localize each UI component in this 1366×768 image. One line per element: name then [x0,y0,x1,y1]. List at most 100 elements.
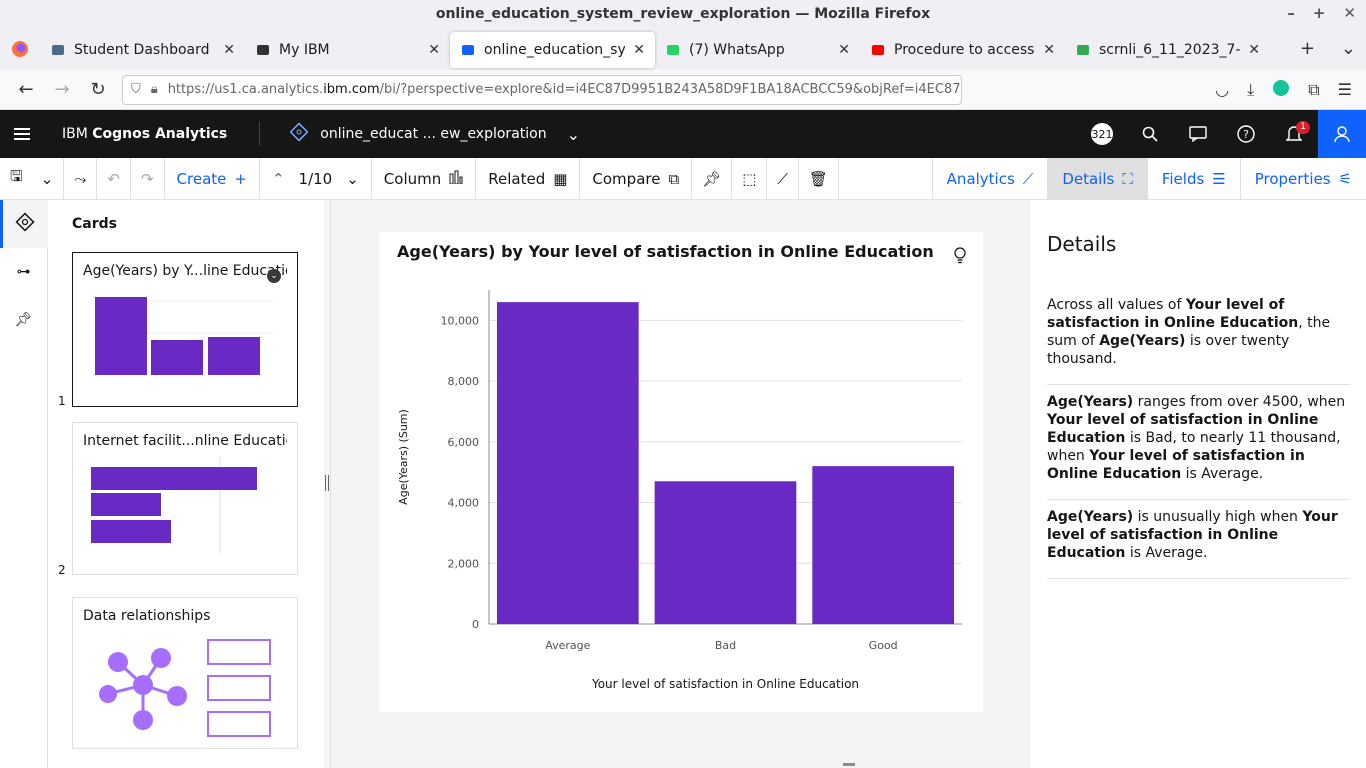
reload-icon[interactable]: ↻ [80,79,116,100]
properties-label: Properties [1254,169,1331,188]
share-icon: ⤳ [74,169,87,188]
browser-tab[interactable]: online_education_system_r ✕ [450,32,655,68]
panel-splitter[interactable] [324,200,331,768]
insight-item: Age(Years) is unusually high when Your l… [1047,500,1350,579]
tab-close-icon[interactable]: ✕ [633,42,645,58]
y-tick-label: 6,000 [448,436,480,449]
create-button[interactable]: Create + [165,157,260,200]
extensions-icon[interactable]: ⧉ [1308,80,1319,100]
card-close-icon[interactable]: ⌄ [267,269,281,283]
visualization-card[interactable]: Age(Years) by Your level of satisfaction… [379,232,983,712]
forward-icon[interactable]: → [44,79,80,100]
tab-close-icon[interactable]: ✕ [1043,42,1055,58]
related-button[interactable]: Related ▦ [476,157,581,200]
delete-button[interactable]: 🗑︎ [799,157,839,200]
insight-field-name: Age(Years) [1047,394,1134,410]
browser-tab[interactable]: Procedure to access Smart ✕ [860,32,1065,68]
fields-label: Fields [1161,169,1205,188]
menu-icon[interactable]: ☰ [1338,80,1352,99]
browser-tab[interactable]: Student Dashboard ✕ [40,32,245,68]
bar[interactable] [497,302,639,624]
splitter-handle-icon[interactable] [325,475,329,491]
browser-tab[interactable]: My IBM ✕ [245,32,450,68]
chevron-down-icon[interactable]: ⌄ [567,125,580,144]
tab-close-icon[interactable]: ✕ [1248,42,1260,58]
compare-button[interactable]: Compare ⧉ [580,157,693,200]
tab-properties[interactable]: Properties ⚟ [1239,157,1366,200]
product-brand[interactable]: IBM Cognos Analytics [44,122,261,146]
url-bar[interactable]: ⛉ 🔒︎ https://us1.ca.analytics.ibm.com/bi… [122,74,962,105]
tab-close-icon[interactable]: ✕ [223,42,235,58]
maximize-icon[interactable]: + [1313,4,1326,22]
hamburger-menu-icon[interactable] [0,127,44,141]
cards-panel: Cards 1 Age(Years) by Y...line Education… [48,200,324,768]
download-icon[interactable]: ⤓ [1247,80,1254,100]
pocket-icon[interactable]: ◡ [1215,80,1229,99]
share-button[interactable]: ⤳ [64,157,98,200]
hierarchy-rail-button[interactable]: ⊶ [0,248,48,296]
grammarly-icon[interactable] [1272,79,1290,101]
trash-icon: 🗑︎ [808,169,828,188]
user-avatar-icon[interactable] [1318,110,1366,158]
bar-chart[interactable]: 0 2,000 4,000 6,000 8,000 10,000 Average Bad Goo… [379,232,983,712]
search-icon[interactable] [1126,110,1174,158]
help-icon[interactable]: ? [1222,110,1270,158]
related-label: Related [488,169,546,188]
new-tab-icon[interactable]: + [1300,38,1315,59]
hierarchy-icon: ⊶ [16,264,31,280]
fields-icon: ☰ [1212,169,1226,188]
trend-button[interactable]: ⟋ [767,157,799,200]
chevron-up-icon[interactable]: ⌃ [272,170,285,188]
exploration-breadcrumb[interactable]: online_educat ... ew_exploration ⌄ [260,122,580,145]
card-age-by-satisfaction[interactable]: Age(Years) by Y...line Education ⌄ [72,252,298,407]
pin-button[interactable]: 📌︎ [692,157,733,200]
bar[interactable] [654,481,797,624]
firefox-icon[interactable] [0,40,40,58]
y-tick-label: 8,000 [448,375,480,388]
browser-tab[interactable]: (7) WhatsApp ✕ [655,32,860,68]
chat-icon[interactable] [1174,110,1222,158]
browser-tab[interactable]: scrnli_6_11_2023_7-43-00 P ✕ [1065,32,1270,68]
insight-text: ranges from over 4500, when [1133,394,1346,410]
tab-details[interactable]: Details ⛶ [1047,157,1147,200]
compare-icon: ⧉ [668,169,680,188]
tab-label: scrnli_6_11_2023_7-43-00 P [1099,42,1241,58]
details-label: Details [1062,169,1115,188]
details-heading: Details [1047,232,1117,256]
svg-text:?: ? [1243,128,1249,141]
card-internet-facilities[interactable]: Internet facilit...nline Education [72,422,298,575]
page-selector[interactable]: ⌃ 1/10 ⌄ [260,157,372,200]
bar[interactable] [812,466,954,624]
insight-text: is Average. [1125,545,1208,561]
related-icon: ▦ [553,169,568,188]
tab-analytics[interactable]: Analytics ⟋ [931,157,1048,200]
tab-list-chevron-icon[interactable]: ⌄ [1341,38,1356,59]
back-icon[interactable]: ← [8,79,44,100]
insight-text: is unusually high when [1133,509,1303,525]
focus-button[interactable]: ⬚ [732,157,768,200]
pins-rail-button[interactable]: 📌︎ [0,296,48,344]
left-rail: ⊶ 📌︎ [0,200,48,768]
tab-close-icon[interactable]: ✕ [838,42,850,58]
close-window-icon[interactable]: ✕ [1343,4,1356,22]
cards-rail-button[interactable] [0,200,48,248]
redo-icon: ↷ [140,169,154,188]
save-button[interactable]: 🖫︎ ⌄ [0,157,65,200]
lock-icon[interactable]: 🔒︎ [151,82,158,97]
minimize-icon[interactable]: – [1287,4,1295,22]
exploration-name: online_educat ... ew_exploration [320,126,547,142]
shield-icon[interactable]: ⛉ [131,82,141,97]
canvas-resize-handle[interactable] [843,763,855,766]
pin-icon: 📌︎ [14,312,33,328]
tab-fields[interactable]: Fields ☰ [1146,157,1240,200]
redo-button[interactable]: ↷ [131,157,165,200]
column-chart-button[interactable]: Column [372,157,477,200]
card-title: Age(Years) by Y...line Education [83,263,287,279]
tab-close-icon[interactable]: ✕ [428,42,440,58]
undo-button[interactable]: ↶ [97,157,131,200]
save-chevron-icon[interactable]: ⌄ [41,170,54,188]
notifications-icon[interactable]: 1 [1270,110,1318,158]
chevron-down-icon[interactable]: ⌄ [346,170,359,188]
card-data-relationships[interactable]: Data relationships [72,597,298,749]
user-count-badge[interactable]: 321 [1078,110,1126,158]
